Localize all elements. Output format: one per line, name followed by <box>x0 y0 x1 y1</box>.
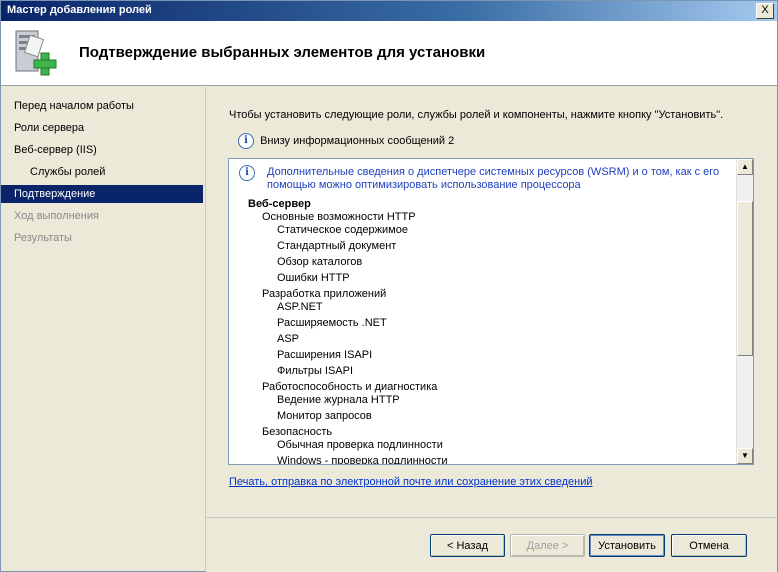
wizard-content: Чтобы установить следующие роли, службы … <box>206 87 777 517</box>
tree-item: Статическое содержимое <box>277 224 408 236</box>
title-bar[interactable]: Мастер добавления ролей X <box>1 1 777 21</box>
add-roles-wizard-window: Мастер добавления ролей X Подтверждение … <box>0 0 778 572</box>
tree-item: Windows - проверка подлинности <box>277 455 448 464</box>
tree-item: Фильтры ISAPI <box>277 365 354 377</box>
tree-item: ASP <box>277 333 300 345</box>
scroll-down-button[interactable]: ▼ <box>737 448 753 464</box>
step-web-server-iis[interactable]: Веб-сервер (IIS) <box>1 141 203 159</box>
step-confirmation[interactable]: Подтверждение <box>1 185 203 203</box>
step-progress: Ход выполнения <box>14 210 99 222</box>
tree-item: Обычная проверка подлинности <box>277 439 443 451</box>
step-server-roles[interactable]: Роли сервера <box>1 119 203 137</box>
info-icon: i <box>238 133 254 149</box>
window-title: Мастер добавления ролей <box>7 4 152 16</box>
tree-item: Обзор каталогов <box>277 256 363 268</box>
wizard-steps-sidebar: Перед началом работы Роли сервера Веб-се… <box>1 87 206 571</box>
tree-item: ASP.NET <box>277 301 323 313</box>
info-messages-row: i Внизу информационных сообщений 2 <box>238 133 454 151</box>
confirmation-list-content: i Дополнительные сведения о диспетчере с… <box>229 159 735 464</box>
install-button[interactable]: Установить <box>589 534 665 557</box>
cancel-button[interactable]: Отмена <box>671 534 747 557</box>
wizard-footer: < Назад Далее > Установить Отмена <box>206 517 777 572</box>
back-button[interactable]: < Назад <box>430 534 505 557</box>
next-button: Далее > <box>510 534 585 557</box>
info-icon: i <box>239 165 255 181</box>
page-heading: Подтверждение выбранных элементов для ус… <box>79 44 486 61</box>
tree-item: Расширения ISAPI <box>277 349 373 361</box>
tree-item: Ведение журнала HTTP <box>277 394 400 406</box>
print-email-save-link[interactable]: Печать, отправка по электронной почте ил… <box>229 476 593 488</box>
server-add-icon <box>15 30 57 76</box>
tree-item: Расширяемость .NET <box>277 317 387 329</box>
tree-item: Стандартный документ <box>277 240 397 252</box>
info-messages-count: Внизу информационных сообщений 2 <box>260 135 455 147</box>
tree-item: Безопасность <box>262 426 333 438</box>
tree-item: Разработка приложений <box>262 288 387 300</box>
tree-item: Работоспособность и диагностика <box>262 381 438 393</box>
step-before-you-begin[interactable]: Перед началом работы <box>1 97 203 115</box>
wizard-header: Подтверждение выбранных элементов для ус… <box>1 21 777 86</box>
close-button[interactable]: X <box>756 3 774 19</box>
step-results: Результаты <box>14 232 72 244</box>
tree-item: Монитор запросов <box>277 410 372 422</box>
tree-item: Ошибки HTTP <box>277 272 350 284</box>
intro-text: Чтобы установить следующие роли, службы … <box>229 109 724 121</box>
vertical-scrollbar[interactable]: ▲ ▼ <box>736 159 753 464</box>
tree-item: Основные возможности HTTP <box>262 211 416 223</box>
step-role-services[interactable]: Службы ролей <box>1 163 203 181</box>
scroll-thumb[interactable] <box>737 201 753 356</box>
scroll-up-button[interactable]: ▲ <box>737 159 753 175</box>
confirmation-list[interactable]: i Дополнительные сведения о диспетчере с… <box>228 158 754 465</box>
wsrm-notice-link[interactable]: Дополнительные сведения о диспетчере сис… <box>267 166 735 192</box>
tree-item-web-server: Веб-сервер <box>248 198 311 210</box>
